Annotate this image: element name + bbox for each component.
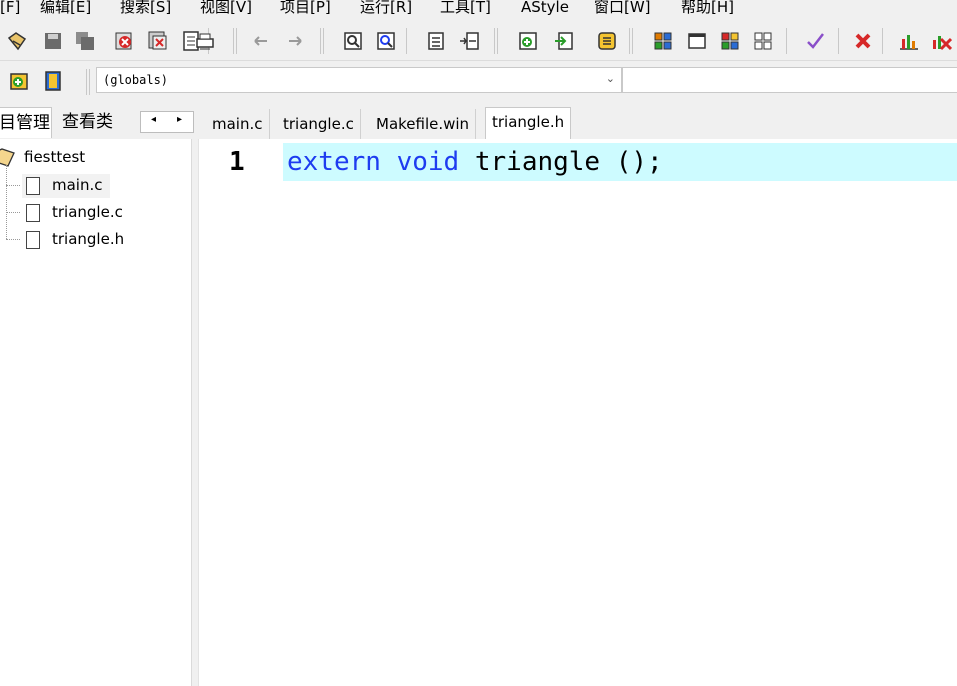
stop-execution-icon[interactable] <box>852 30 874 52</box>
tab-class-view-label: 查看类 <box>62 112 113 132</box>
open-icon[interactable] <box>6 30 28 52</box>
tab-scroll-buttons: ◂ ▸ <box>140 111 194 133</box>
code-rest: triangle (); <box>474 147 663 177</box>
menu-help[interactable]: 帮助[H] <box>681 0 734 17</box>
insert-code-icon[interactable] <box>8 70 30 92</box>
members-combo[interactable] <box>622 67 957 93</box>
chevron-down-icon[interactable]: ⌄ <box>606 72 615 85</box>
file-label: triangle.h <box>52 230 125 248</box>
current-line[interactable]: extern void triangle (); <box>283 143 957 181</box>
file-label: main.c <box>52 176 103 194</box>
tab-project-manager[interactable]: 目管理 <box>0 107 52 138</box>
project-icon <box>0 148 15 167</box>
editor-tab-triangle-c[interactable]: triangle.c <box>277 109 361 139</box>
file-icon <box>26 231 40 249</box>
menu-tools[interactable]: 工具[T] <box>440 0 491 17</box>
find-icon[interactable] <box>342 30 364 52</box>
toggle-panel-icon[interactable] <box>42 70 64 92</box>
delete-profile-icon[interactable] <box>930 30 952 52</box>
menu-edit[interactable]: 编辑[E] <box>40 0 91 17</box>
line-number: 1 <box>229 147 245 177</box>
project-tree: fiesttest main.c triangle.c triangle.h <box>0 139 192 686</box>
add-to-project-icon[interactable] <box>553 30 575 52</box>
goto-line-icon[interactable] <box>425 30 447 52</box>
new-project-icon[interactable] <box>517 30 539 52</box>
project-name: fiesttest <box>24 148 86 166</box>
menu-search[interactable]: 搜索[S] <box>120 0 171 17</box>
globals-combo[interactable]: (globals) ⌄ <box>96 67 622 93</box>
menu-window[interactable]: 窗口[W] <box>594 0 651 17</box>
menu-run[interactable]: 运行[R] <box>360 0 412 17</box>
menu-project[interactable]: 项目[P] <box>280 0 331 17</box>
menu-view[interactable]: 视图[V] <box>200 0 252 17</box>
scroll-right-icon[interactable]: ▸ <box>177 114 182 125</box>
editor-tab-main-c[interactable]: main.c <box>206 109 270 139</box>
menu-astyle[interactable]: AStyle <box>521 0 569 17</box>
editor-tab-makefile[interactable]: Makefile.win <box>370 109 477 139</box>
editor-tab-triangle-h[interactable]: triangle.h <box>485 107 572 140</box>
rebuild-all-icon[interactable] <box>752 30 774 52</box>
keyword-extern: extern <box>287 147 381 177</box>
keyword-void: void <box>396 147 460 177</box>
run-icon[interactable] <box>686 30 708 52</box>
code-editor[interactable]: 1 extern void triangle (); <box>198 139 957 686</box>
file-label: triangle.c <box>52 203 123 221</box>
line-gutter: 1 <box>199 139 279 686</box>
compile-run-icon[interactable] <box>719 30 741 52</box>
tab-class-view[interactable]: 查看类 <box>62 107 113 137</box>
project-options-icon[interactable] <box>596 30 618 52</box>
code-line-1: extern void triangle (); <box>287 147 663 177</box>
compile-icon[interactable] <box>652 30 674 52</box>
toggle-bookmark-icon[interactable] <box>458 30 480 52</box>
combo-value: (globals) <box>103 73 169 87</box>
editor-tabs: main.c triangle.c Makefile.win triangle.… <box>198 107 957 140</box>
scroll-left-icon[interactable]: ◂ <box>151 114 156 125</box>
replace-icon[interactable] <box>375 30 397 52</box>
undo-icon[interactable] <box>251 30 273 52</box>
menubar: [F] 编辑[E] 搜索[S] 视图[V] 项目[P] 运行[R] 工具[T] … <box>0 0 957 18</box>
menu-file[interactable]: [F] <box>0 0 20 17</box>
class-browser-toolbar: (globals) ⌄ <box>0 61 957 103</box>
save-all-icon[interactable] <box>74 30 96 52</box>
close-all-icon[interactable] <box>147 30 169 52</box>
redo-icon[interactable] <box>283 30 305 52</box>
close-file-icon[interactable] <box>113 30 135 52</box>
file-icon <box>26 177 40 195</box>
file-icon <box>26 204 40 222</box>
main-toolbar <box>0 22 957 61</box>
syntax-check-icon[interactable] <box>804 30 826 52</box>
tab-project-manager-label: 目管理 <box>0 113 50 133</box>
left-panel-tabs: 目管理 查看类 ◂ ▸ <box>0 107 196 139</box>
profile-analysis-icon[interactable] <box>898 30 920 52</box>
print-icon[interactable] <box>194 30 216 52</box>
tree-file-main-c[interactable]: main.c <box>22 174 110 198</box>
save-icon[interactable] <box>42 30 64 52</box>
